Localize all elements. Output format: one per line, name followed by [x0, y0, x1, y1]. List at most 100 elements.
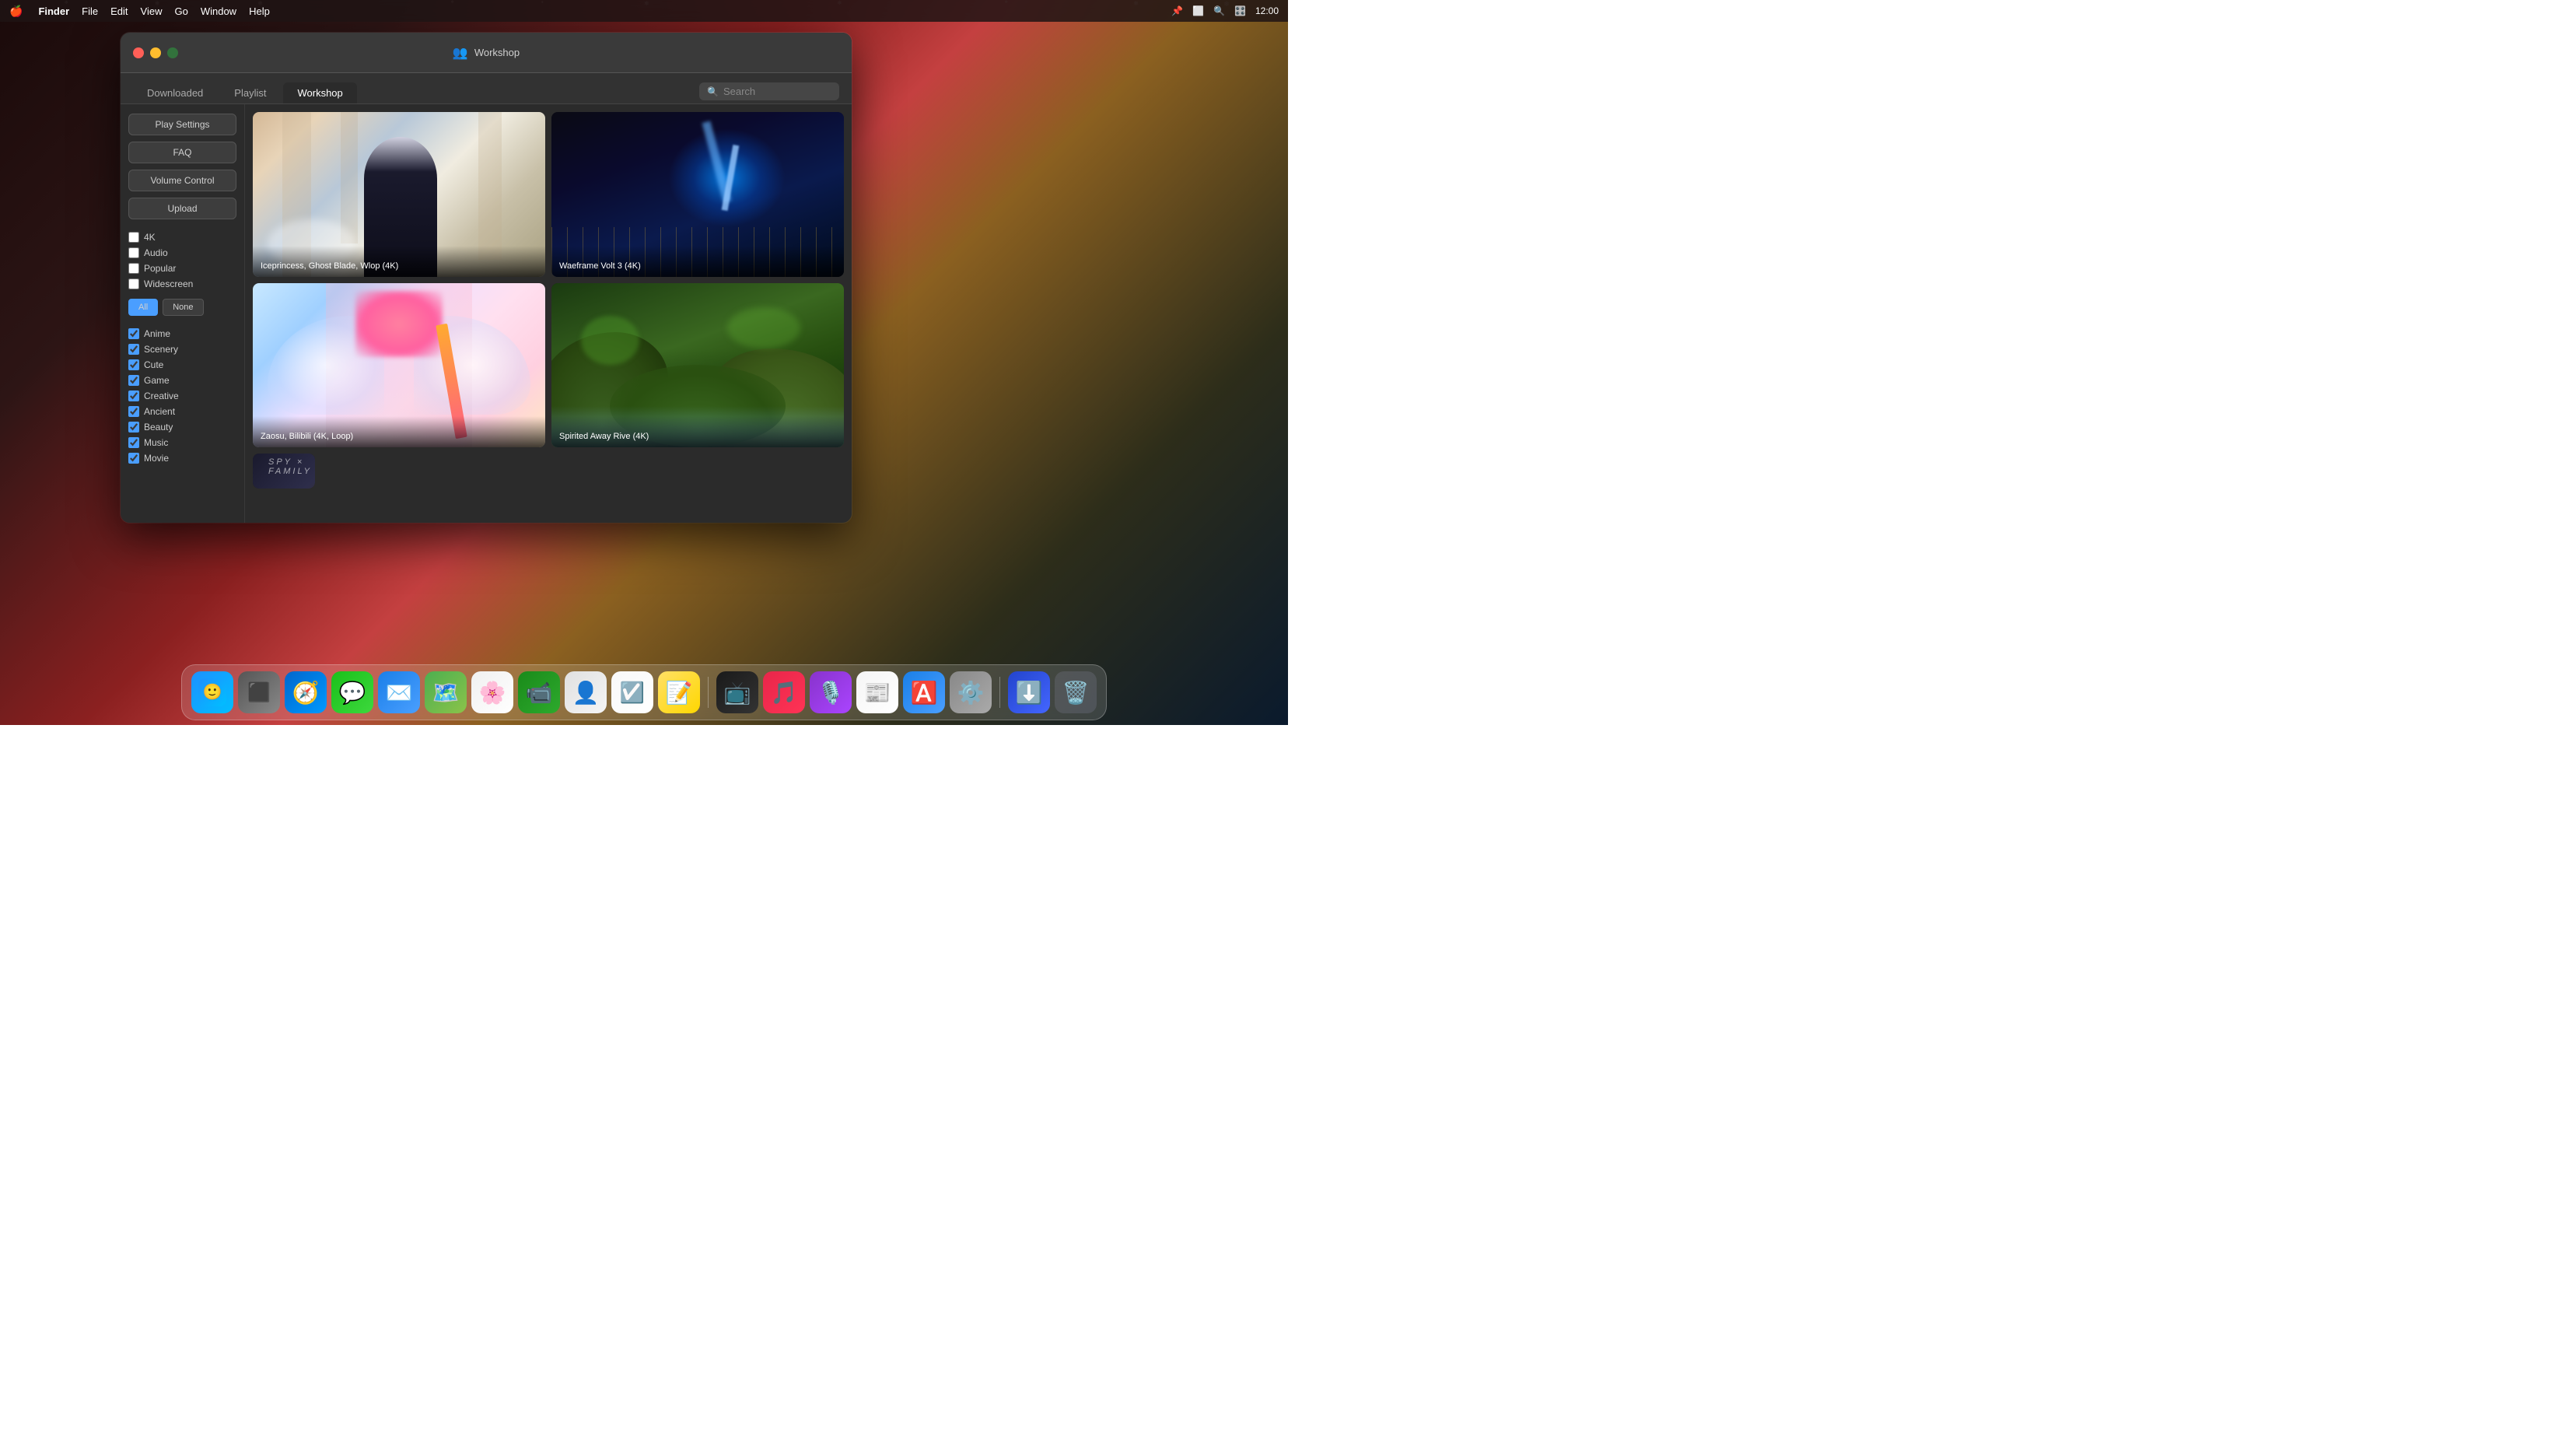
dock-appletv[interactable]: 📺: [716, 671, 758, 713]
card-label-3: Zaosu, Bilibili (4K, Loop): [253, 416, 545, 447]
cat-ancient-checkbox[interactable]: [128, 406, 139, 417]
dock-safari[interactable]: 🧭: [285, 671, 327, 713]
dock-photos[interactable]: 🌸: [471, 671, 513, 713]
filter-checkboxes: 4K Audio Popular Widescreen: [128, 232, 236, 289]
tab-workshop[interactable]: Workshop: [283, 82, 356, 103]
title-bar: 👥 Workshop: [121, 33, 852, 73]
dock-facetime[interactable]: 📹: [518, 671, 560, 713]
menu-go[interactable]: Go: [174, 5, 187, 17]
cat-cute[interactable]: Cute: [128, 359, 236, 370]
dock-messages[interactable]: 💬: [331, 671, 373, 713]
menu-finder[interactable]: Finder: [38, 5, 69, 17]
cat-ancient[interactable]: Ancient: [128, 406, 236, 417]
wallpaper-card-2[interactable]: Waeframe Volt 3 (4K): [551, 112, 844, 277]
volume-control-button[interactable]: Volume Control: [128, 170, 236, 191]
dock-podcasts[interactable]: 🎙️: [810, 671, 852, 713]
dock-launchpad[interactable]: ⬛: [238, 671, 280, 713]
wallpaper-card-3[interactable]: Zaosu, Bilibili (4K, Loop): [253, 283, 545, 448]
tab-playlist[interactable]: Playlist: [220, 82, 280, 103]
all-button[interactable]: All: [128, 299, 158, 316]
search-input[interactable]: [723, 86, 832, 97]
cat-music-checkbox[interactable]: [128, 437, 139, 448]
cat-beauty[interactable]: Beauty: [128, 422, 236, 433]
close-button[interactable]: [133, 47, 144, 58]
menu-bar-right: 📌 ⬜ 🔍 🎛️ 12:00: [1171, 5, 1279, 16]
maximize-button[interactable]: [167, 47, 178, 58]
tab-strip: Downloaded Playlist Workshop 🔍: [121, 73, 852, 104]
minimize-button[interactable]: [150, 47, 161, 58]
dock-music[interactable]: 🎵: [763, 671, 805, 713]
search-icon: 🔍: [707, 86, 719, 97]
cat-movie[interactable]: Movie: [128, 453, 236, 464]
main-body: Play Settings FAQ Volume Control Upload …: [121, 104, 852, 523]
app-window: 👥 Workshop Downloaded Playlist Workshop …: [121, 33, 852, 523]
menu-bar-pin-icon: 📌: [1171, 5, 1183, 16]
wallpaper-card-1[interactable]: Iceprincess, Ghost Blade, Wlop (4K): [253, 112, 545, 277]
cat-creative-checkbox[interactable]: [128, 391, 139, 401]
cat-creative[interactable]: Creative: [128, 391, 236, 401]
dock-notes[interactable]: 📝: [658, 671, 700, 713]
category-checkboxes: Anime Scenery Cute Game Creative: [128, 328, 236, 464]
none-button[interactable]: None: [163, 299, 203, 316]
dock-appstore[interactable]: 🅰️: [903, 671, 945, 713]
sidebar: Play Settings FAQ Volume Control Upload …: [121, 104, 245, 523]
filter-audio-checkbox[interactable]: [128, 247, 139, 258]
menu-edit[interactable]: Edit: [110, 5, 128, 17]
cat-movie-checkbox[interactable]: [128, 453, 139, 464]
cat-scenery-checkbox[interactable]: [128, 344, 139, 355]
dock: 🙂 ⬛ 🧭 💬 ✉️ 🗺️ 🌸 📹 👤 ☑️ 📝 📺 🎵 🎙️ 📰: [181, 664, 1107, 720]
cat-scenery[interactable]: Scenery: [128, 344, 236, 355]
wallpaper-card-4[interactable]: Spirited Away Rive (4K): [551, 283, 844, 448]
tab-downloaded[interactable]: Downloaded: [133, 82, 217, 103]
filter-popular-checkbox[interactable]: [128, 263, 139, 274]
cat-music[interactable]: Music: [128, 437, 236, 448]
wallpaper-grid: Iceprincess, Ghost Blade, Wlop (4K) Waef…: [245, 104, 852, 523]
cat-anime[interactable]: Anime: [128, 328, 236, 339]
workshop-icon: 👥: [453, 45, 468, 61]
window-title-text: Workshop: [474, 47, 520, 58]
svg-text:🙂: 🙂: [203, 683, 222, 701]
filter-audio[interactable]: Audio: [128, 247, 236, 258]
dock-contacts[interactable]: 👤: [565, 671, 607, 713]
tabs-container: Downloaded Playlist Workshop: [133, 82, 357, 103]
cat-game[interactable]: Game: [128, 375, 236, 386]
wallpaper-card-5[interactable]: SPY × FAMILY: [253, 454, 315, 489]
menu-view[interactable]: View: [141, 5, 163, 17]
traffic-lights: [121, 47, 178, 58]
cat-game-checkbox[interactable]: [128, 375, 139, 386]
dock-downloads[interactable]: ⬇️: [1008, 671, 1050, 713]
menu-window[interactable]: Window: [201, 5, 236, 17]
dock-reminders[interactable]: ☑️: [611, 671, 653, 713]
dock-maps[interactable]: 🗺️: [425, 671, 467, 713]
play-settings-button[interactable]: Play Settings: [128, 114, 236, 135]
menu-bar: 🍎 Finder File Edit View Go Window Help 📌…: [0, 0, 1288, 22]
cat-beauty-checkbox[interactable]: [128, 422, 139, 433]
menu-bar-left: 🍎 Finder File Edit View Go Window Help: [9, 5, 270, 18]
dock-mail[interactable]: ✉️: [378, 671, 420, 713]
dock-trash[interactable]: 🗑️: [1055, 671, 1097, 713]
cat-anime-checkbox[interactable]: [128, 328, 139, 339]
dock-separator: [708, 677, 709, 708]
cat-cute-checkbox[interactable]: [128, 359, 139, 370]
card-label-2: Waeframe Volt 3 (4K): [551, 246, 844, 277]
menu-file[interactable]: File: [82, 5, 98, 17]
card-label-1: Iceprincess, Ghost Blade, Wlop (4K): [253, 246, 545, 277]
upload-button[interactable]: Upload: [128, 198, 236, 219]
dock-finder[interactable]: 🙂: [191, 671, 233, 713]
filter-popular[interactable]: Popular: [128, 263, 236, 274]
apple-logo-icon[interactable]: 🍎: [9, 5, 23, 18]
dock-news[interactable]: 📰: [856, 671, 898, 713]
menu-bar-screen-icon: ⬜: [1192, 5, 1204, 16]
menu-help[interactable]: Help: [249, 5, 270, 17]
filter-4k-checkbox[interactable]: [128, 232, 139, 243]
all-none-buttons: All None: [128, 299, 236, 316]
menu-bar-search-icon[interactable]: 🔍: [1213, 5, 1225, 16]
filter-widescreen[interactable]: Widescreen: [128, 278, 236, 289]
dock-separator-2: [999, 677, 1000, 708]
filter-4k[interactable]: 4K: [128, 232, 236, 243]
menu-bar-time: 12:00: [1255, 5, 1279, 16]
faq-button[interactable]: FAQ: [128, 142, 236, 163]
menu-bar-control-icon[interactable]: 🎛️: [1234, 5, 1246, 16]
filter-widescreen-checkbox[interactable]: [128, 278, 139, 289]
dock-system-preferences[interactable]: ⚙️: [950, 671, 992, 713]
